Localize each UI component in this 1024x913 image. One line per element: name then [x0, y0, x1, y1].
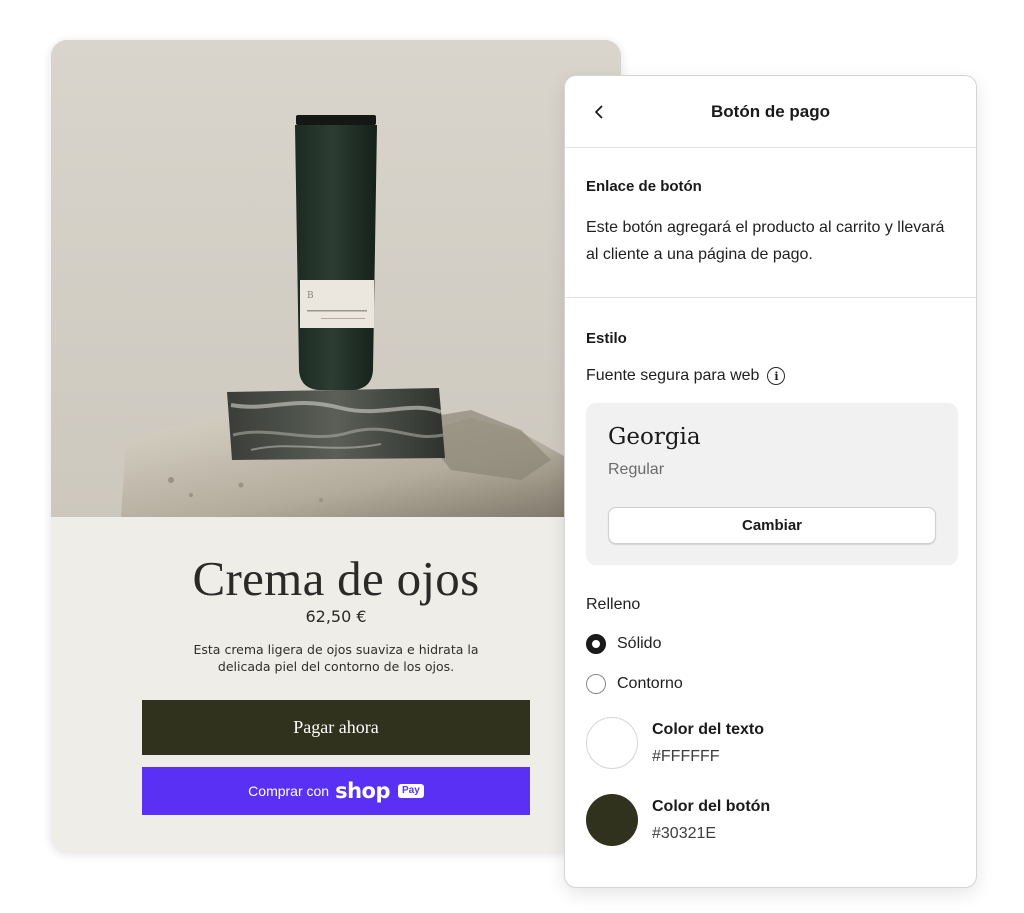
shop-logo: shop	[335, 778, 391, 803]
web-safe-font-label: Fuente segura para web	[586, 367, 760, 384]
fill-option-label: Sólido	[617, 635, 662, 652]
pay-badge: Pay	[398, 784, 424, 798]
font-preview-box: Georgia Regular Cambiar	[586, 403, 958, 565]
button-color-label: Color del botón	[652, 797, 771, 815]
shop-pay-button[interactable]: Comprar con shop Pay	[142, 767, 530, 815]
panel-title: Botón de pago	[711, 102, 830, 121]
shop-pay-prefix: Comprar con	[248, 783, 330, 799]
text-color-label: Color del texto	[652, 720, 765, 738]
product-title: Crema de ojos	[192, 551, 480, 606]
font-weight: Regular	[608, 461, 665, 478]
button-color-value: #30321E	[652, 824, 717, 842]
text-color-value: #FFFFFF	[652, 747, 720, 765]
fill-heading: Relleno	[586, 596, 641, 613]
change-font-button[interactable]: Cambiar	[608, 507, 936, 544]
button-settings-panel: Botón de pago Enlace de botón Este botón…	[564, 75, 977, 888]
style-heading: Estilo	[586, 330, 627, 347]
info-icon[interactable]: i	[767, 367, 786, 385]
radio-selected-icon[interactable]	[586, 634, 606, 654]
product-price: 62,50 €	[305, 607, 367, 626]
fill-option-outline[interactable]: Contorno	[586, 674, 683, 694]
text-color-swatch[interactable]	[586, 717, 638, 769]
product-card: B Crema de ojos 62,50 € Esta crema liger…	[51, 40, 621, 852]
web-safe-font-label-row: Fuente segura para web i	[586, 367, 786, 385]
button-color-swatch[interactable]	[586, 794, 638, 846]
panel-header: Botón de pago	[565, 76, 976, 148]
product-description: Esta crema ligera de ojos suaviza e hidr…	[193, 642, 479, 674]
text-color-row: Color del texto #FFFFFF	[586, 717, 764, 769]
button-link-heading: Enlace de botón	[586, 178, 702, 195]
product-info: Crema de ojos 62,50 € Esta crema ligera …	[51, 517, 621, 852]
product-photo: B	[51, 40, 621, 517]
radio-unselected-icon[interactable]	[586, 674, 606, 694]
button-link-section: Enlace de botón Este botón agregará el p…	[565, 148, 976, 298]
font-name: Georgia	[608, 424, 701, 450]
button-link-description: Este botón agregará el producto al carri…	[586, 219, 945, 263]
pay-now-button[interactable]: Pagar ahora	[142, 700, 530, 755]
svg-text:B: B	[307, 291, 314, 301]
fill-option-label: Contorno	[617, 675, 683, 692]
fill-option-solid[interactable]: Sólido	[586, 634, 661, 654]
button-color-row: Color del botón #30321E	[586, 794, 770, 846]
